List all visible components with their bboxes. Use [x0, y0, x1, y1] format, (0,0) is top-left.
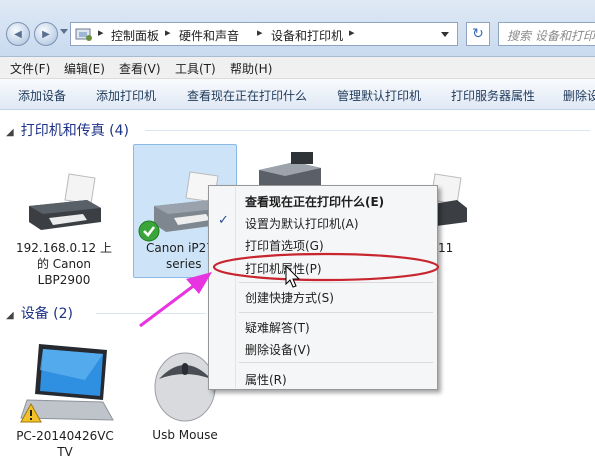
control-panel-icon — [75, 28, 92, 41]
devices-group-header[interactable]: ◢ 设备 (2) — [6, 303, 73, 323]
printers-group-header[interactable]: ◢ 打印机和传真 (4) — [6, 120, 129, 140]
collapse-icon: ◢ — [6, 127, 14, 138]
printer-label-line1: 192.168.0.12 上 — [16, 241, 112, 255]
group-divider — [145, 130, 590, 131]
menu-gutter — [235, 187, 236, 388]
breadcrumb-control-panel[interactable]: 控制面板 — [111, 27, 159, 44]
device-label-line1: Usb Mouse — [152, 428, 218, 442]
refresh-icon: ↻ — [472, 26, 484, 42]
menu-separator — [239, 282, 433, 283]
menu-item-remove-device[interactable]: 删除设备(V) — [245, 341, 311, 358]
breadcrumb-devices-printers[interactable]: 设备和打印机 — [271, 27, 343, 44]
forward-button[interactable]: ▶ — [34, 22, 58, 46]
address-bar[interactable]: ▸ 控制面板 ▸ 硬件和声音 ▸ 设备和打印机 ▸ — [70, 22, 458, 46]
device-label-line2: TV — [57, 445, 73, 459]
add-printer-button[interactable]: 添加打印机 — [96, 87, 156, 104]
breadcrumb-hardware-sound[interactable]: 硬件和声音 — [179, 27, 239, 44]
print-server-properties-button[interactable]: 打印服务器属性 — [451, 87, 535, 104]
menu-item-properties[interactable]: 属性(R) — [245, 371, 287, 388]
add-device-button[interactable]: 添加设备 — [18, 87, 66, 104]
command-bar: 添加设备 添加打印机 查看现在正在打印什么 管理默认打印机 打印服务器属性 删除… — [0, 79, 595, 110]
menu-separator — [239, 362, 433, 363]
menu-view[interactable]: 查看(V) — [119, 60, 161, 77]
group-divider — [96, 313, 206, 314]
forward-arrow-icon: ▶ — [42, 29, 50, 40]
menu-item-set-default-printer[interactable]: 设置为默认打印机(A) — [245, 215, 359, 232]
address-toolbar: ◀ ▶ ▸ 控制面板 ▸ 硬件和声音 ▸ 设备和打印机 ▸ ↻ 搜索 设备和打印… — [0, 0, 595, 57]
printer-label-line3: LBP2900 — [37, 273, 91, 287]
printer-item[interactable]: 192.168.0.12 上 的 Canon LBP2900 — [16, 170, 112, 288]
check-icon: ✓ — [218, 213, 229, 228]
see-whats-printing-button[interactable]: 查看现在正在打印什么 — [187, 87, 307, 104]
default-check-icon — [138, 220, 160, 242]
devices-group-title: 设备 (2) — [20, 306, 73, 322]
menu-tools[interactable]: 工具(T) — [175, 60, 216, 77]
menu-item-troubleshoot[interactable]: 疑难解答(T) — [245, 319, 310, 336]
printers-group-title: 打印机和传真 (4) — [20, 123, 129, 139]
search-input[interactable]: 搜索 设备和打印机 — [498, 22, 595, 46]
collapse-icon: ◢ — [6, 310, 14, 321]
breadcrumb-separator: ▸ — [349, 26, 355, 39]
computer-device-item[interactable]: PC-20140426VC TV — [10, 340, 120, 460]
printer-icon — [29, 173, 101, 230]
device-label-line1: PC-20140426VC — [16, 429, 114, 443]
back-arrow-icon: ◀ — [14, 29, 22, 40]
menu-item-see-whats-printing[interactable]: 查看现在正在打印什么(E) — [245, 193, 384, 210]
pointer-arrow-shaft — [139, 282, 197, 328]
context-menu: 查看现在正在打印什么(E) ✓ 设置为默认打印机(A) 打印首选项(G) 打印机… — [208, 185, 438, 390]
menu-item-printing-preferences[interactable]: 打印首选项(G) — [245, 237, 324, 254]
menu-separator — [239, 312, 433, 313]
printer-label-line2: 的 Canon — [36, 257, 92, 271]
breadcrumb-separator: ▸ — [98, 26, 104, 39]
menu-bar: 文件(F) 编辑(E) 查看(V) 工具(T) 帮助(H) — [0, 57, 595, 79]
menu-file[interactable]: 文件(F) — [10, 60, 50, 77]
back-button[interactable]: ◀ — [6, 22, 30, 46]
breadcrumb-separator: ▸ — [165, 26, 171, 39]
breadcrumb-separator: ▸ — [257, 26, 263, 39]
menu-item-printer-properties[interactable]: 打印机属性(P) — [245, 260, 322, 277]
address-dropdown-icon[interactable] — [441, 32, 449, 37]
menu-item-create-shortcut[interactable]: 创建快捷方式(S) — [245, 289, 334, 306]
remove-device-button[interactable]: 删除设 — [563, 87, 595, 104]
refresh-button[interactable]: ↻ — [466, 22, 490, 46]
menu-help[interactable]: 帮助(H) — [230, 60, 272, 77]
warning-icon — [20, 403, 42, 423]
multifunction-printer-icon — [259, 152, 321, 190]
menu-edit[interactable]: 编辑(E) — [64, 60, 105, 77]
recent-pages-dropdown-icon[interactable] — [60, 29, 68, 34]
manage-default-printers-button[interactable]: 管理默认打印机 — [337, 87, 421, 104]
